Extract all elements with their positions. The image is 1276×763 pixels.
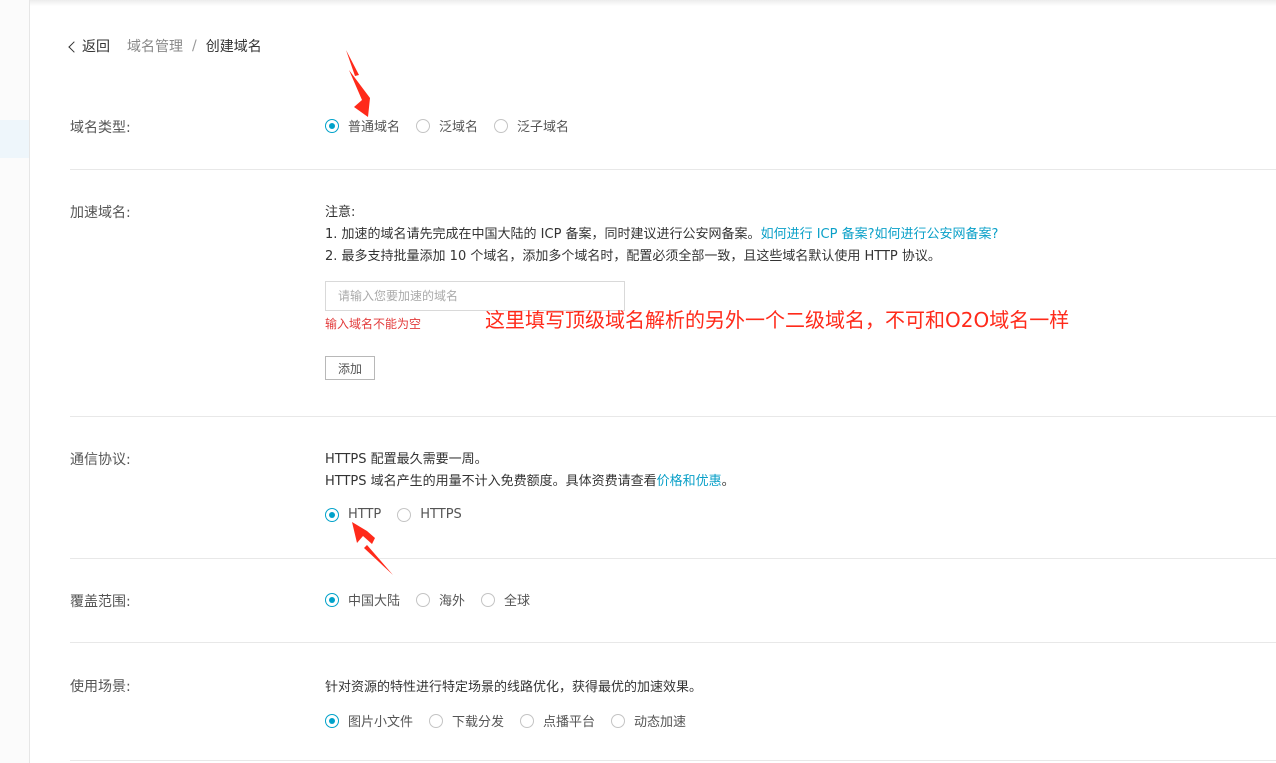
section-divider xyxy=(70,760,1276,761)
section-divider xyxy=(70,558,1276,559)
radio-normal-domain[interactable]: 普通域名 xyxy=(325,116,400,135)
radio-circle-icon xyxy=(325,118,339,133)
chevron-left-icon xyxy=(68,40,80,53)
coverage-label: 覆盖范围: xyxy=(70,594,131,610)
radio-circle-icon xyxy=(416,118,431,133)
radio-http[interactable]: HTTP xyxy=(325,507,381,522)
note-line-1-text: 1. 加速的域名请先完成在中国大陆的 ICP 备案，同时建议进行公安网备案。 xyxy=(325,227,761,242)
scenario-radio-group: 图片小文件 下载分发 点播平台 动态加速 xyxy=(325,711,702,730)
protocol-note-1: HTTPS 配置最久需要一周。 xyxy=(325,452,488,467)
scenario-label: 使用场景: xyxy=(70,679,131,695)
radio-circle-icon xyxy=(325,713,339,728)
breadcrumb-separator: / xyxy=(192,38,197,54)
accel-domain-label: 加速域名: xyxy=(70,205,131,221)
note-title: 注意: xyxy=(325,205,356,220)
radio-overseas[interactable]: 海外 xyxy=(416,590,465,609)
radio-mainland-china[interactable]: 中国大陆 xyxy=(325,590,400,609)
section-divider xyxy=(70,642,1276,643)
arrow-to-http xyxy=(352,522,393,575)
protocol-note-2-text: HTTPS 域名产生的用量不计入免费额度。具体资费请查看 xyxy=(325,474,657,489)
protocol-label: 通信协议: xyxy=(70,452,131,468)
note-line-1: 1. 加速的域名请先完成在中国大陆的 ICP 备案，同时建议进行公安网备案。如何… xyxy=(325,223,998,242)
radio-label: HTTPS xyxy=(420,507,462,522)
radio-label: 下载分发 xyxy=(452,715,505,730)
radio-circle-icon xyxy=(520,713,535,728)
breadcrumb: 返回 域名管理 / 创建域名 xyxy=(68,36,262,56)
radio-global[interactable]: 全球 xyxy=(481,590,530,609)
radio-vod-platform[interactable]: 点播平台 xyxy=(520,711,595,730)
radio-label: 全球 xyxy=(504,594,531,609)
radio-circle-icon xyxy=(494,118,509,133)
protocol-note-2-end: 。 xyxy=(721,474,735,489)
radio-label: HTTP xyxy=(348,507,382,522)
radio-label: 泛域名 xyxy=(439,120,479,135)
radio-circle-icon xyxy=(429,713,444,728)
radio-label: 动态加速 xyxy=(634,715,687,730)
arrow-to-normal-domain xyxy=(346,50,370,117)
radio-label: 点播平台 xyxy=(543,715,596,730)
radio-https[interactable]: HTTPS xyxy=(397,507,462,522)
domain-type-label: 域名类型: xyxy=(70,120,131,136)
back-link[interactable]: 返回 xyxy=(68,36,110,56)
section-divider xyxy=(70,169,1276,170)
radio-label: 普通域名 xyxy=(348,120,401,135)
radio-download-distribution[interactable]: 下载分发 xyxy=(429,711,504,730)
breadcrumb-current: 创建域名 xyxy=(205,39,262,55)
radio-label: 图片小文件 xyxy=(348,715,414,730)
annotation-arrows xyxy=(346,50,393,575)
breadcrumb-domain-management[interactable]: 域名管理 xyxy=(127,36,183,56)
radio-label: 中国大陆 xyxy=(348,594,401,609)
police-filing-link[interactable]: 如何进行公安网备案? xyxy=(874,227,998,242)
note-line-2: 2. 最多支持批量添加 10 个域名，添加多个域名时，配置必须全部一致，且这些域… xyxy=(325,249,941,264)
sidebar-active-highlight xyxy=(0,120,29,158)
left-sidebar xyxy=(0,0,30,763)
back-label: 返回 xyxy=(82,39,110,55)
scenario-description: 针对资源的特性进行特定场景的线路优化，获得最优的加速效果。 xyxy=(325,680,703,695)
radio-circle-icon xyxy=(611,713,626,728)
annotation-text: 这里填写顶级域名解析的另外一个二级域名，不可和O2O域名一样 xyxy=(485,308,1070,332)
protocol-radio-group: HTTP HTTPS xyxy=(325,507,478,522)
top-shadow xyxy=(0,0,1276,6)
radio-circle-icon xyxy=(397,507,412,522)
radio-circle-icon xyxy=(325,592,339,607)
domain-type-radio-group: 普通域名 泛域名 泛子域名 xyxy=(325,116,585,135)
radio-label: 海外 xyxy=(439,594,466,609)
icp-filing-link[interactable]: 如何进行 ICP 备案? xyxy=(761,227,875,242)
radio-circle-icon xyxy=(325,507,339,522)
section-divider xyxy=(70,416,1276,417)
protocol-note-2: HTTPS 域名产生的用量不计入免费额度。具体资费请查看价格和优惠。 xyxy=(325,470,735,489)
radio-dynamic-acceleration[interactable]: 动态加速 xyxy=(611,711,686,730)
pricing-link[interactable]: 价格和优惠 xyxy=(657,474,722,489)
radio-circle-icon xyxy=(416,592,431,607)
radio-label: 泛子域名 xyxy=(517,120,570,135)
add-domain-button[interactable]: 添加 xyxy=(325,356,375,380)
domain-error-message: 输入域名不能为空 xyxy=(325,317,422,331)
radio-wildcard-domain[interactable]: 泛域名 xyxy=(416,116,478,135)
radio-circle-icon xyxy=(481,592,496,607)
coverage-radio-group: 中国大陆 海外 全球 xyxy=(325,590,546,609)
radio-small-images[interactable]: 图片小文件 xyxy=(325,711,413,730)
radio-wildcard-subdomain[interactable]: 泛子域名 xyxy=(494,116,569,135)
